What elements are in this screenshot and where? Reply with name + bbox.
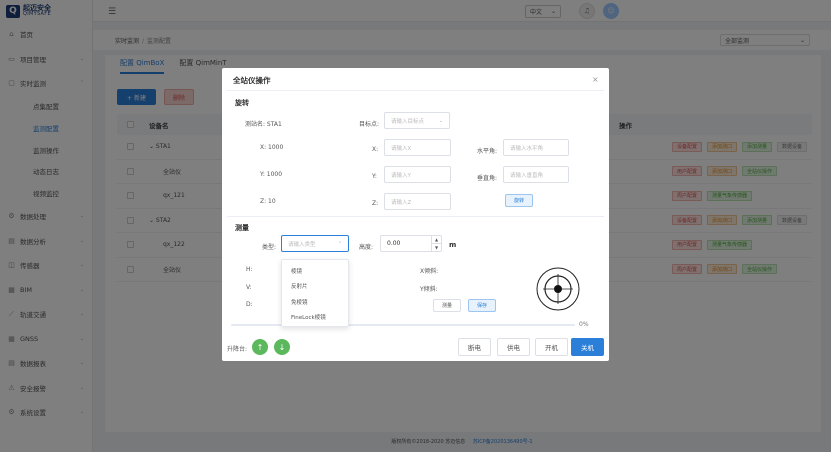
y-placeholder: 请输入Y: [391, 172, 411, 179]
h-angle-placeholder: 请输入水平角: [510, 145, 544, 152]
target-label: 目标点:: [359, 121, 380, 128]
measure-button[interactable]: 测量: [433, 299, 461, 312]
type-dropdown: 棱镜 反射片 免棱镜 FineLock棱镜: [281, 259, 349, 327]
tilt-target-icon: [536, 267, 580, 311]
x-input[interactable]: 请输入X: [384, 139, 451, 156]
type-option-finelock[interactable]: FineLock棱镜: [282, 310, 348, 326]
z-placeholder: 请输入Z: [391, 199, 412, 206]
chevron-down-icon: ⌄: [438, 117, 443, 124]
h-reading-label: H:: [246, 266, 253, 273]
x-tilt-label: X倾斜:: [420, 268, 439, 275]
type-option-prismless[interactable]: 免棱镜: [282, 294, 348, 310]
v-reading-label: V:: [246, 284, 252, 291]
target-placeholder: 请输入目标点: [391, 118, 425, 125]
z-label: Z:: [372, 200, 379, 207]
type-placeholder: 请输入类型: [288, 241, 316, 248]
title-divider: [227, 90, 604, 91]
type-option-prism[interactable]: 棱镜: [282, 263, 348, 279]
arrow-up-icon: ↑: [256, 342, 264, 352]
station-name: 测站名: STA1: [245, 121, 282, 128]
section-divider: [227, 216, 604, 217]
target-point-select[interactable]: 请输入目标点 ⌄: [384, 112, 450, 129]
v-angle-label: 垂直角:: [477, 175, 498, 182]
y-label: Y:: [372, 173, 377, 180]
h-angle-label: 水平角:: [477, 148, 498, 155]
z-input[interactable]: 请输入Z: [384, 193, 451, 210]
type-select[interactable]: 请输入类型 ⌃: [281, 235, 349, 252]
arrow-down-icon: ↓: [278, 342, 286, 352]
measure-section-title: 测量: [235, 224, 249, 232]
decrement-icon[interactable]: ▼: [432, 244, 441, 251]
y-input[interactable]: 请输入Y: [384, 166, 451, 183]
x-value: X: 1000: [260, 144, 284, 151]
lift-up-button[interactable]: ↑: [252, 339, 268, 355]
z-value: Z: 10: [260, 198, 276, 205]
v-angle-input[interactable]: 请输入垂直角: [503, 166, 569, 183]
save-button[interactable]: 保存: [468, 299, 496, 312]
progress-percent: 0%: [579, 321, 589, 328]
dialog-title: 全站仪操作: [233, 76, 271, 85]
height-label: 高度:: [359, 244, 374, 251]
height-unit: m: [449, 241, 457, 249]
chevron-up-icon: ⌃: [337, 240, 342, 247]
power-off-button[interactable]: 断电: [458, 338, 491, 356]
increment-icon[interactable]: ▲: [432, 236, 441, 244]
power-on-button[interactable]: 供电: [497, 338, 530, 356]
rotate-section-title: 旋转: [235, 99, 249, 107]
x-label: X:: [372, 146, 379, 153]
height-value: 0.00: [387, 240, 401, 247]
start-button[interactable]: 开机: [535, 338, 568, 356]
type-label: 类型:: [262, 244, 277, 251]
v-angle-placeholder: 请输入垂直角: [510, 172, 544, 179]
shutdown-button[interactable]: 关机: [571, 338, 604, 356]
type-option-reflector[interactable]: 反射片: [282, 279, 348, 295]
rotate-button[interactable]: 旋转: [505, 194, 533, 207]
close-icon[interactable]: ×: [592, 75, 599, 84]
lift-label: 升降台:: [227, 346, 248, 353]
y-tilt-label: Y倾斜:: [420, 286, 438, 293]
height-stepper[interactable]: 0.00 ▲ ▼: [380, 235, 442, 252]
d-reading-label: D:: [246, 301, 253, 308]
x-placeholder: 请输入X: [391, 145, 412, 152]
h-angle-input[interactable]: 请输入水平角: [503, 139, 569, 156]
y-value: Y: 1000: [260, 171, 283, 178]
lift-down-button[interactable]: ↓: [274, 339, 290, 355]
